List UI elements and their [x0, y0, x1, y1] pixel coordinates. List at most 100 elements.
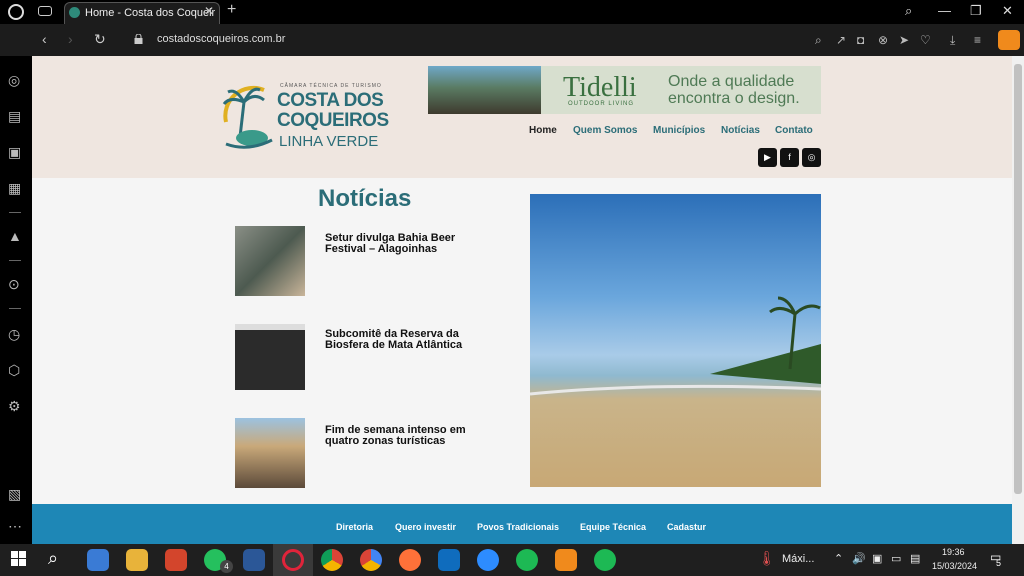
opera-taskbar-icon[interactable]: [282, 549, 304, 571]
easy-setup-icon[interactable]: ≡: [974, 33, 981, 47]
extension-icon[interactable]: [998, 30, 1020, 50]
weather-text[interactable]: Máxi...: [782, 553, 814, 565]
nav-municipios[interactable]: Municípios: [653, 125, 705, 136]
bookmark-heart-icon[interactable]: ♡: [920, 33, 931, 47]
whatsapp-badge: 4: [220, 560, 233, 573]
news-thumbnail-2[interactable]: [235, 324, 305, 390]
url-field[interactable]: costadoscoqueiros.com.br: [157, 33, 285, 45]
thermometer-icon[interactable]: 🌡: [758, 550, 776, 567]
search-icon[interactable]: ⌕: [48, 548, 58, 569]
zoom-icon-app[interactable]: [477, 549, 499, 571]
web-page: CÂMARA TÉCNICA DE TURISMO COSTA DOS COQU…: [32, 56, 1012, 544]
history-icon[interactable]: ◷: [8, 326, 20, 343]
logo-line3: LINHA VERDE: [279, 133, 379, 150]
footer-equipe-tecnica[interactable]: Equipe Técnica: [580, 522, 646, 532]
notifications-count: 5: [996, 558, 1002, 568]
opera-menu-icon[interactable]: [8, 4, 24, 20]
ad-brand: Tidelli: [563, 72, 637, 103]
tab-close-icon[interactable]: ✕: [204, 4, 214, 18]
download-icon[interactable]: ⤓: [950, 33, 955, 48]
search-tabs-icon[interactable]: ⌕: [905, 3, 912, 19]
logo-line1: COSTA DOS: [277, 90, 384, 111]
footer-povos-tradicionais[interactable]: Povos Tradicionais: [477, 522, 559, 532]
news-link-3[interactable]: Fim de semana intenso em quatro zonas tu…: [325, 425, 495, 447]
zoom-icon[interactable]: ⌕: [815, 33, 822, 48]
shopping-icon[interactable]: ▤: [8, 108, 21, 125]
send-icon[interactable]: ➤: [899, 33, 909, 47]
thumb-header: [235, 324, 305, 330]
logo-line2: COQUEIROS: [277, 110, 389, 131]
twitch-icon[interactable]: ▣: [8, 144, 21, 161]
lock-icon: [134, 34, 143, 44]
firefox-icon[interactable]: [399, 549, 421, 571]
facebook-icon[interactable]: f: [780, 148, 799, 167]
tray-chevron-icon[interactable]: ⌃: [834, 552, 843, 565]
player-icon[interactable]: ▦: [8, 180, 21, 197]
clock-time[interactable]: 19:36: [942, 547, 965, 557]
clock-date[interactable]: 15/03/2024: [932, 561, 977, 571]
beach-photo: [530, 194, 821, 487]
battery-icon[interactable]: ▭: [891, 552, 901, 565]
outlook-icon[interactable]: [438, 549, 460, 571]
nav-contato[interactable]: Contato: [775, 125, 813, 136]
aria-ai-icon[interactable]: ◎: [8, 72, 20, 89]
footer-diretoria[interactable]: Diretoria: [336, 522, 373, 532]
ad-slogan-line1: Onde a qualidade: [668, 73, 795, 90]
extensions-cube-icon[interactable]: ⬡: [8, 362, 20, 379]
drive-icon[interactable]: [360, 549, 382, 571]
nav-home[interactable]: Home: [529, 125, 557, 136]
reload-icon[interactable]: ↻: [94, 31, 106, 48]
word-icon[interactable]: [243, 549, 265, 571]
ad-banner[interactable]: Tidelli OUTDOOR LIVING Onde a qualidade …: [428, 66, 821, 114]
nav-noticias[interactable]: Notícias: [721, 125, 760, 136]
pinned-app-orange-icon[interactable]: [555, 549, 577, 571]
taskbar: [0, 544, 1024, 576]
news-link-1[interactable]: Setur divulga Bahia Beer Festival – Alag…: [325, 233, 495, 255]
network-icon[interactable]: ▤: [910, 552, 920, 565]
tab-islands-icon[interactable]: [38, 6, 52, 16]
windows-start-icon[interactable]: [11, 551, 26, 566]
sidebar-divider: [9, 308, 21, 309]
tab-active[interactable]: Home - Costa dos Coqueir: [64, 2, 220, 24]
footer-quero-investir[interactable]: Quero investir: [395, 522, 456, 532]
back-icon[interactable]: ‹: [42, 31, 47, 47]
forward-icon[interactable]: ›: [68, 31, 73, 47]
close-window-icon[interactable]: ✕: [1002, 3, 1013, 19]
tab-title: Home - Costa dos Coqueir: [85, 7, 216, 19]
logo-tagline: CÂMARA TÉCNICA DE TURISMO: [280, 83, 382, 89]
ad-slogan-line2: encontra o design.: [668, 90, 800, 107]
file-explorer-icon[interactable]: [126, 549, 148, 571]
spotify-2-icon[interactable]: [594, 549, 616, 571]
news-thumbnail-1[interactable]: [235, 226, 305, 296]
footer-cadastur[interactable]: Cadastur: [667, 522, 706, 532]
scrollbar-thumb[interactable]: [1014, 64, 1022, 494]
volume-icon[interactable]: 🔊: [852, 552, 866, 565]
more-icon[interactable]: ⋯: [8, 518, 22, 535]
snapshot-icon[interactable]: ◘: [857, 33, 864, 47]
sidebar-divider: [9, 260, 21, 261]
instagram-icon[interactable]: ◎: [802, 148, 821, 167]
nav-quem-somos[interactable]: Quem Somos: [573, 125, 637, 136]
settings-icon[interactable]: ⚙: [8, 398, 21, 415]
pinned-app-icon[interactable]: [165, 549, 187, 571]
youtube-icon[interactable]: ▶: [758, 148, 777, 167]
gallery-icon[interactable]: ▧: [8, 486, 21, 503]
chrome-icon[interactable]: [321, 549, 343, 571]
arc-icon[interactable]: ▲: [8, 228, 22, 244]
minimize-icon[interactable]: —: [938, 3, 951, 18]
adblock-icon[interactable]: ⊗: [878, 33, 888, 47]
new-tab-icon[interactable]: +: [227, 1, 236, 19]
music-player-icon[interactable]: ⊙: [8, 276, 20, 293]
news-heading: Notícias: [318, 185, 412, 212]
news-thumbnail-3[interactable]: [235, 418, 305, 488]
store-icon[interactable]: [87, 549, 109, 571]
sidebar-divider: [9, 212, 21, 213]
maximize-icon[interactable]: ❐: [970, 3, 982, 19]
palm-trees-graphic: [530, 296, 821, 396]
meet-icon[interactable]: ▣: [872, 552, 882, 565]
address-bar: [0, 24, 1024, 56]
share-icon[interactable]: ↗: [836, 33, 846, 47]
browser-sidebar: [0, 56, 32, 544]
spotify-icon[interactable]: [516, 549, 538, 571]
news-link-2[interactable]: Subcomitê da Reserva da Biosfera de Mata…: [325, 329, 495, 351]
